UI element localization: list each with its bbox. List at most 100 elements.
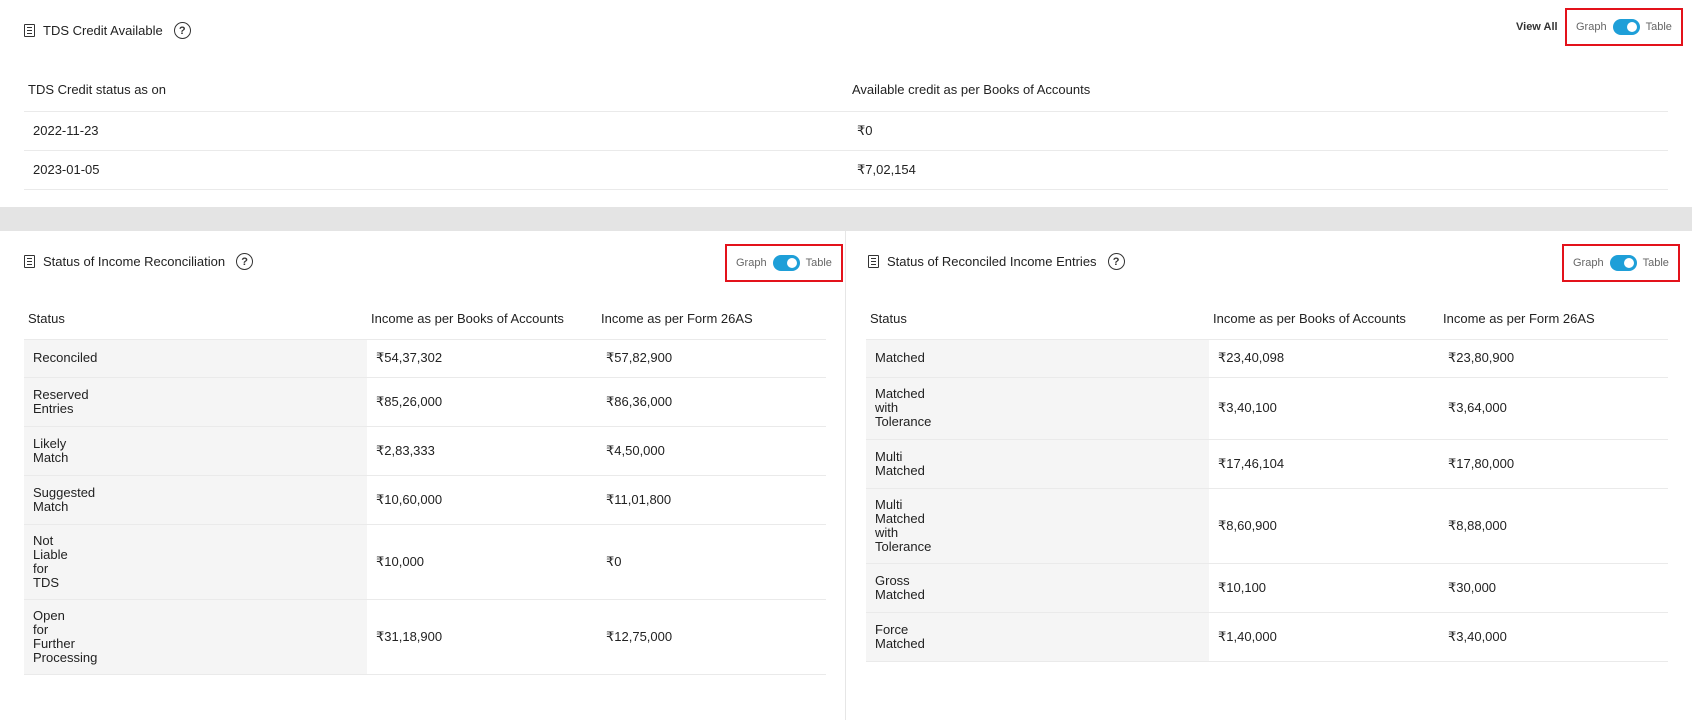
panel-title: Status of Reconciled Income Entries: [887, 254, 1097, 269]
status-label-word: Gross: [875, 572, 910, 588]
books-income-cell: ₹23,40,098: [1209, 338, 1439, 377]
books-income-cell: ₹10,60,000: [367, 474, 597, 524]
help-icon[interactable]: ?: [173, 22, 191, 39]
graph-table-toggle[interactable]: Graph Table: [725, 244, 843, 282]
table-row: Matched with Tolerance ₹3,40,100 ₹3,64,000: [866, 376, 1668, 439]
toggle-switch[interactable]: [772, 255, 800, 271]
status-cell: Reconciled: [24, 338, 367, 377]
form26as-income-cell: ₹30,000: [1439, 562, 1668, 612]
books-income-cell: ₹31,18,900: [367, 598, 597, 675]
status-label-word: with: [875, 524, 899, 540]
help-icon[interactable]: ?: [1107, 253, 1125, 270]
toggle-knob: [1626, 22, 1637, 32]
reconciled-entries-panel: Status of Reconciled Income Entries ? Gr…: [845, 231, 1692, 720]
tds-credit-table: TDS Credit status as on Available credit…: [24, 69, 1668, 190]
table-row: Multi Matched with Tolerance ₹8,60,900 ₹8,88,…: [866, 487, 1668, 563]
toggle-switch[interactable]: [1609, 255, 1637, 271]
status-label-word: Entries: [33, 400, 74, 416]
toggle-label-graph: Graph: [736, 257, 767, 269]
table-header-row: TDS Credit status as on Available credit…: [24, 69, 1668, 111]
toggle-label-table: Table: [1645, 21, 1672, 33]
status-label-word: Liable: [33, 546, 68, 562]
form26as-income-cell: ₹3,64,000: [1439, 376, 1668, 439]
help-icon[interactable]: ?: [236, 253, 254, 270]
toggle-label-table: Table: [805, 257, 832, 269]
column-header: Status: [28, 311, 65, 327]
status-label-word: Multi: [875, 496, 903, 512]
table-row: Suggested Match ₹10,60,000 ₹11,01,800: [24, 474, 826, 524]
status-date-cell: 2023-01-05: [24, 149, 848, 190]
status-label-word: Tolerance: [875, 538, 932, 554]
table-header-row: Status Income as per Books of Accounts I…: [24, 299, 826, 339]
status-label-word: Matched: [875, 386, 925, 401]
form26as-income-cell: ₹12,75,000: [597, 598, 826, 675]
document-icon: [24, 255, 35, 268]
form26as-income-cell: ₹11,01,800: [597, 474, 826, 524]
status-label-word: with: [875, 400, 899, 415]
status-label-word: Multi: [875, 448, 903, 464]
panel-title: TDS Credit Available: [43, 23, 163, 38]
status-label-word: Tolerance: [875, 414, 932, 429]
graph-table-toggle[interactable]: Graph Table: [1565, 8, 1683, 46]
books-income-cell: ₹2,83,333: [367, 425, 597, 475]
status-cell: Multi Matched with Tolerance: [866, 487, 1209, 563]
status-label-word: Suggested: [33, 484, 96, 500]
status-cell: Matched with Tolerance: [866, 376, 1209, 439]
column-header: Income as per Form 26AS: [1443, 311, 1595, 327]
column-header: Status: [870, 311, 907, 327]
table-row: Multi Matched ₹17,46,104 ₹17,80,000: [866, 438, 1668, 488]
column-header: Available credit as per Books of Account…: [852, 82, 1091, 98]
toggle-label-graph: Graph: [1576, 21, 1607, 33]
status-label-word: Open: [33, 607, 65, 623]
document-icon: [24, 24, 35, 37]
form26as-income-cell: ₹8,88,000: [1439, 487, 1668, 563]
form26as-income-cell: ₹86,36,000: [597, 376, 826, 426]
toggle-knob: [1623, 258, 1634, 268]
reconciled-entries-table: Status Income as per Books of Accounts I…: [866, 299, 1668, 662]
credit-value-cell: ₹7,02,154: [848, 149, 1668, 190]
status-label-word: Reconciled: [33, 350, 98, 365]
column-header: Income as per Books of Accounts: [1213, 311, 1406, 327]
income-reconciliation-panel: Status of Income Reconciliation ? Graph …: [0, 231, 845, 720]
status-label-word: Matched: [875, 462, 925, 478]
status-cell: Not Liable for TDS: [24, 523, 367, 599]
credit-value-cell: ₹0: [848, 110, 1668, 150]
status-cell: Likely Match: [24, 425, 367, 475]
tds-credit-header: TDS Credit Available ?: [24, 22, 191, 39]
status-label-word: Matched: [875, 350, 925, 365]
toggle-knob: [786, 258, 797, 268]
column-header: Income as per Form 26AS: [601, 311, 753, 327]
table-row: Open for Further Processing ₹31,18,900 ₹12,75…: [24, 598, 826, 675]
status-label-word: Force: [875, 621, 909, 637]
status-label-word: Matched: [875, 586, 925, 602]
table-row: 2022-11-23 ₹0: [24, 110, 1668, 150]
form26as-income-cell: ₹23,80,900: [1439, 338, 1668, 377]
status-cell: Multi Matched: [866, 438, 1209, 488]
status-cell: Gross Matched: [866, 562, 1209, 612]
table-row: Force Matched ₹1,40,000 ₹3,40,000: [866, 611, 1668, 662]
form26as-income-cell: ₹4,50,000: [597, 425, 826, 475]
reconciled-entries-rows: Matched ₹23,40,098 ₹23,80,900 Matched with To…: [866, 338, 1668, 662]
form26as-income-cell: ₹0: [597, 523, 826, 599]
status-label-word: TDS: [33, 574, 59, 590]
form26as-income-cell: ₹3,40,000: [1439, 611, 1668, 662]
form26as-income-cell: ₹57,82,900: [597, 338, 826, 377]
books-income-cell: ₹8,60,900: [1209, 487, 1439, 563]
status-cell: Force Matched: [866, 611, 1209, 662]
view-all-link[interactable]: View All: [1516, 21, 1558, 33]
toggle-label-graph: Graph: [1573, 257, 1604, 269]
status-label-word: Matched: [875, 510, 925, 526]
income-reconciliation-rows: Reconciled ₹54,37,302 ₹57,82,900 Reserved En…: [24, 338, 826, 675]
table-row: Matched ₹23,40,098 ₹23,80,900: [866, 338, 1668, 377]
graph-table-toggle[interactable]: Graph Table: [1562, 244, 1680, 282]
table-header-row: Status Income as per Books of Accounts I…: [866, 299, 1668, 339]
status-label-word: Match: [33, 498, 69, 514]
table-row: Likely Match ₹2,83,333 ₹4,50,000: [24, 425, 826, 475]
status-cell: Reserved Entries: [24, 376, 367, 426]
toggle-label-table: Table: [1642, 257, 1669, 269]
toggle-switch[interactable]: [1612, 19, 1640, 35]
status-label-word: Match: [33, 449, 69, 465]
reconciled-entries-header: Status of Reconciled Income Entries ?: [868, 253, 1125, 270]
books-income-cell: ₹3,40,100: [1209, 376, 1439, 439]
tds-credit-panel: TDS Credit Available ? View All Graph Ta…: [0, 0, 1692, 207]
